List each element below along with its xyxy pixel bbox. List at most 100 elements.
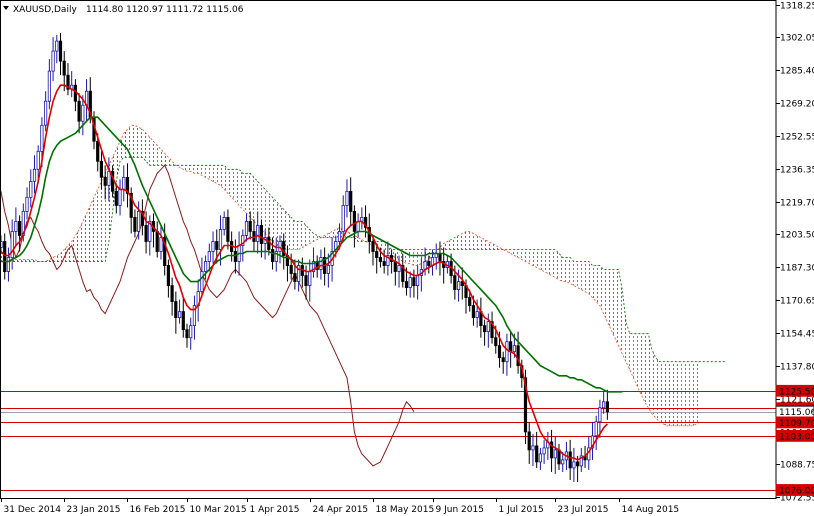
candle-body: [248, 220, 252, 232]
y-tick-label: 1302.05: [780, 34, 814, 44]
candle-body: [572, 461, 576, 469]
cloud-segment: [618, 269, 623, 354]
candle-body: [412, 277, 416, 287]
candle-body: [531, 445, 535, 451]
cloud-segment: [257, 181, 262, 230]
candle-body: [468, 297, 472, 307]
x-tick-label: 18 May 2015: [376, 505, 435, 515]
cloud-segment: [235, 169, 240, 206]
candle-body: [3, 241, 7, 273]
y-tick-label: 1137.80: [780, 363, 814, 373]
chart-canvas[interactable]: 1318.25 1302.05 1285.40 1269.20 1252.55 1236.…: [0, 0, 814, 516]
cloud-segment: [332, 229, 336, 238]
candle-body: [375, 251, 379, 258]
candle-body: [62, 60, 66, 76]
candle-body: [40, 124, 44, 152]
candle-body: [594, 421, 598, 437]
candle-body: [278, 241, 282, 252]
candle-body: [293, 273, 297, 282]
cloud-segment: [142, 129, 147, 162]
candle-body: [215, 241, 219, 250]
cloud-segment: [253, 177, 258, 226]
candle-body: [203, 261, 208, 272]
candle-body: [527, 431, 531, 451]
candle-body: [475, 311, 479, 319]
candle-body: [55, 40, 59, 52]
cloud-segment: [614, 269, 619, 346]
cloud-segment: [101, 173, 106, 262]
cloud-segment: [268, 193, 273, 242]
candle-body: [44, 100, 48, 126]
cloud-segment: [484, 239, 489, 250]
candle-body: [486, 321, 490, 333]
cloud-segment: [306, 225, 310, 246]
cloud-segment: [570, 257, 574, 286]
cloud-segment: [462, 231, 466, 250]
candle-body: [136, 210, 141, 232]
cloud-segment: [611, 269, 615, 338]
cloud-segment: [298, 221, 303, 250]
candle-body: [256, 225, 260, 242]
cloud-segment: [134, 125, 139, 158]
price-label-text: 1103.00: [779, 432, 814, 442]
candle-body: [482, 325, 487, 333]
candle-body: [561, 459, 565, 465]
candle-body: [25, 196, 29, 212]
cloud-segment: [510, 249, 515, 256]
chart-window[interactable]: 1318.25 1302.05 1285.40 1269.20 1252.55 1236.…: [0, 0, 814, 516]
y-tick-label: 1088.75: [780, 461, 814, 471]
cloud-segment: [625, 321, 630, 370]
candle-body: [181, 311, 185, 331]
candle-body: [356, 220, 360, 232]
candle-body: [10, 231, 14, 259]
cloud-segment: [194, 165, 199, 174]
cloud-segment: [97, 181, 102, 262]
cloud-segment: [637, 333, 641, 394]
cloud-segment: [685, 361, 690, 426]
cloud-segment: [90, 197, 94, 262]
candle-body: [408, 277, 412, 289]
candle-body: [96, 140, 100, 162]
cloud-segment: [670, 361, 675, 426]
x-tick-label: 24 Apr 2015: [313, 505, 369, 515]
candle-body: [122, 176, 126, 190]
price-label-text: 1125.50: [779, 387, 814, 397]
dropdown-triangle-icon[interactable]: [3, 6, 9, 10]
cloud-segment: [413, 249, 418, 266]
cloud-segment: [287, 213, 292, 250]
cloud-segment: [146, 133, 150, 166]
cloud-segment: [696, 361, 701, 424]
candle-body: [32, 168, 37, 182]
candle-body: [166, 265, 170, 286]
candle-body: [553, 449, 557, 459]
candle-body: [535, 445, 539, 463]
candle-body: [222, 216, 226, 230]
cloud-segment: [458, 233, 463, 250]
candle-body: [512, 345, 517, 353]
candle-body: [36, 150, 40, 170]
cloud-segment: [294, 221, 299, 250]
time-axis[interactable]: 31 Dec 2014 23 Jan 2015 16 Feb 2015 10 Mar …: [1, 498, 680, 515]
cloud-segment: [227, 169, 232, 198]
cloud-segment: [577, 261, 582, 290]
candle-body: [144, 225, 148, 242]
candle-body: [211, 241, 215, 252]
cloud-segment: [387, 245, 392, 256]
tenkan-sen: [0, 84, 608, 461]
candle-body: [58, 40, 63, 62]
cloud-segment: [94, 189, 98, 262]
cloud-segment: [592, 265, 597, 302]
cloud-segment: [622, 289, 626, 362]
cloud-segment: [239, 169, 243, 210]
cloud-segment: [633, 333, 638, 386]
candle-body: [270, 249, 275, 262]
price-label-text: 1109.70: [779, 419, 814, 429]
cloud-segment: [164, 153, 169, 166]
candle-body: [602, 401, 606, 409]
candle-body: [382, 261, 386, 266]
candle-body: [185, 329, 189, 339]
cloud-segment: [190, 165, 195, 174]
cloud-segment: [242, 173, 247, 214]
cloud-segment: [302, 221, 307, 248]
cloud-segment: [555, 249, 559, 280]
